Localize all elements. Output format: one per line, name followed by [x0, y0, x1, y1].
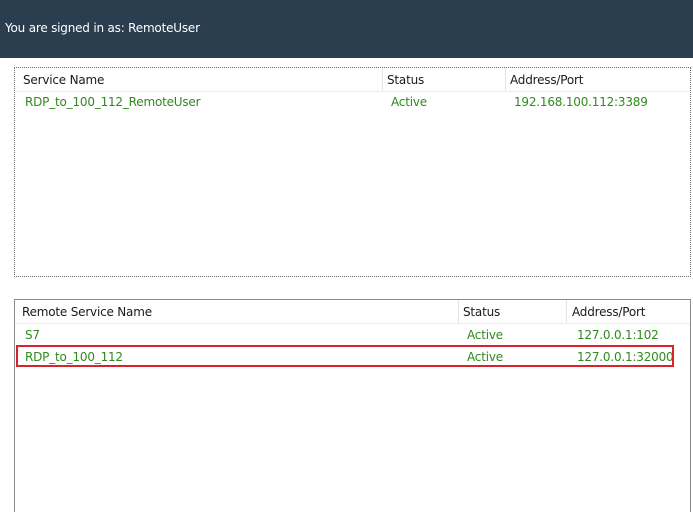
column-header-service-name[interactable]: Service Name	[23, 73, 104, 87]
header-separator	[15, 91, 690, 92]
column-header-status[interactable]: Status	[387, 73, 424, 87]
local-services-list[interactable]: Service Name Status Address/Port RDP_to_…	[14, 67, 691, 277]
column-header-address-port[interactable]: Address/Port	[572, 305, 645, 319]
status-cell: Active	[467, 328, 503, 342]
service-name-cell: RDP_to_100_112_RemoteUser	[25, 95, 201, 109]
table-row[interactable]: RDP_to_100_112_RemoteUser Active 192.168…	[15, 93, 690, 113]
highlight-box	[16, 345, 674, 367]
remote-service-name-cell: S7	[25, 328, 40, 342]
column-divider[interactable]	[505, 68, 506, 91]
column-header-remote-service-name[interactable]: Remote Service Name	[22, 305, 152, 319]
address-cell: 192.168.100.112:3389	[514, 95, 648, 109]
column-divider[interactable]	[458, 300, 459, 323]
remote-services-list[interactable]: Remote Service Name Status Address/Port …	[14, 299, 691, 512]
header-separator	[15, 323, 690, 324]
column-header-address-port[interactable]: Address/Port	[510, 73, 583, 87]
column-divider[interactable]	[382, 68, 383, 91]
status-cell: Active	[391, 95, 427, 109]
app-header: You are signed in as: RemoteUser	[0, 0, 693, 58]
address-cell: 127.0.0.1:102	[577, 328, 659, 342]
column-divider[interactable]	[566, 300, 567, 323]
table-row[interactable]: S7 Active 127.0.0.1:102	[15, 325, 690, 345]
signed-in-label: You are signed in as: RemoteUser	[5, 21, 200, 35]
column-header-status[interactable]: Status	[463, 305, 500, 319]
